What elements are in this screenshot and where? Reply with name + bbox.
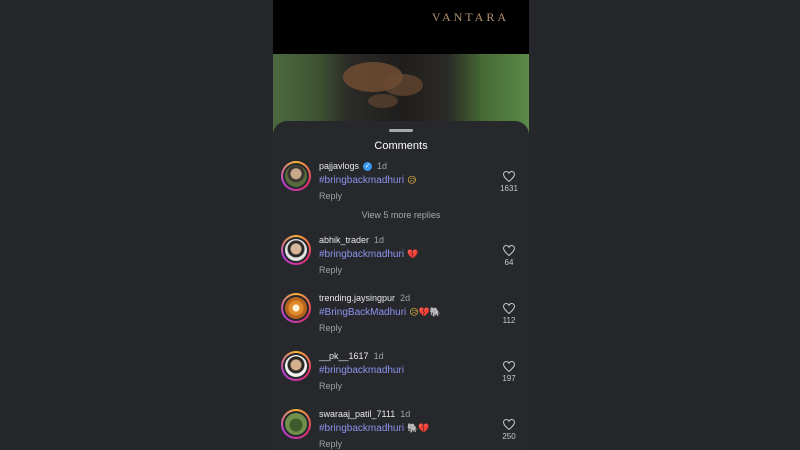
hashtag-link[interactable]: #bringbackmadhuri: [319, 175, 404, 186]
avatar[interactable]: [281, 235, 311, 265]
verified-icon: ✓: [363, 162, 373, 172]
timestamp: 1d: [400, 409, 411, 419]
video-top-area[interactable]: VANTARA: [273, 0, 529, 54]
emoji: 🐘💔: [407, 424, 430, 434]
comment-text: #bringbackmadhuri 💔: [319, 249, 418, 260]
comment-item: pajjavlogs ✓ 1d #bringbackmadhuri 😥 Reply 1…: [273, 161, 529, 211]
emoji: 😥💔🐘: [409, 308, 442, 318]
reply-button[interactable]: Reply: [319, 439, 342, 449]
heart-icon: [503, 361, 515, 372]
like-button[interactable]: 64: [499, 245, 519, 267]
timestamp: 1d: [374, 235, 385, 245]
reply-button[interactable]: Reply: [319, 265, 342, 275]
hashtag-link[interactable]: #BringBackMadhuri: [319, 307, 406, 318]
avatar[interactable]: [281, 161, 311, 191]
avatar[interactable]: [281, 409, 311, 439]
username[interactable]: pajjavlogs ✓ 1d: [319, 161, 388, 172]
phone-screen: VANTARA Comments pajjavlogs ✓ 1d #bringbac…: [273, 0, 529, 450]
comment-text: #bringbackmadhuri 😥: [319, 175, 416, 186]
comments-title: Comments: [374, 140, 428, 152]
comment-text: #BringBackMadhuri 😥💔🐘: [319, 307, 441, 318]
timestamp: 1d: [377, 161, 388, 171]
like-count: 250: [502, 432, 516, 441]
reply-button[interactable]: Reply: [319, 323, 342, 333]
like-count: 197: [502, 374, 516, 383]
like-count: 1631: [500, 184, 518, 193]
heart-icon: [503, 419, 515, 430]
comment-item: swaraaj_patil_7111 1d #bringbackmadhuri 🐘💔…: [273, 409, 529, 450]
view-more-replies-button[interactable]: View 5 more replies: [273, 210, 529, 220]
heart-icon: [503, 303, 515, 314]
like-button[interactable]: 1631: [499, 171, 519, 193]
avatar[interactable]: [281, 293, 311, 323]
heart-icon: [503, 245, 515, 256]
comment-item: abhik_trader 1d #bringbackmadhuri 💔 Reply …: [273, 235, 529, 285]
brand-watermark: VANTARA: [431, 10, 509, 24]
heart-icon: [503, 171, 515, 182]
comment-item: __pk__1617 1d #bringbackmadhuri Reply 197: [273, 351, 529, 401]
username[interactable]: trending.jaysingpur 2d: [319, 293, 410, 303]
emoji: 😥: [407, 176, 417, 186]
hashtag-link[interactable]: #bringbackmadhuri: [319, 423, 404, 434]
comment-item: trending.jaysingpur 2d #BringBackMadhuri 😥…: [273, 293, 529, 343]
like-count: 112: [502, 316, 516, 325]
like-count: 64: [504, 258, 514, 267]
timestamp: 1d: [373, 351, 384, 361]
like-button[interactable]: 250: [499, 419, 519, 441]
comments-sheet: Comments pajjavlogs ✓ 1d #bringbackmadhuri…: [273, 121, 529, 450]
username[interactable]: swaraaj_patil_7111 1d: [319, 409, 410, 419]
hashtag-link[interactable]: #bringbackmadhuri: [319, 249, 404, 260]
username[interactable]: abhik_trader 1d: [319, 235, 384, 245]
hashtag-link[interactable]: #bringbackmadhuri: [319, 365, 404, 376]
sheet-drag-handle[interactable]: [389, 129, 413, 132]
reply-button[interactable]: Reply: [319, 191, 342, 201]
like-button[interactable]: 112: [499, 303, 519, 325]
comment-text: #bringbackmadhuri: [319, 365, 407, 376]
username[interactable]: __pk__1617 1d: [319, 351, 384, 361]
like-button[interactable]: 197: [499, 361, 519, 383]
comment-text: #bringbackmadhuri 🐘💔: [319, 423, 429, 434]
timestamp: 2d: [400, 293, 411, 303]
reply-button[interactable]: Reply: [319, 381, 342, 391]
avatar[interactable]: [281, 351, 311, 381]
emoji: 💔: [407, 250, 419, 260]
